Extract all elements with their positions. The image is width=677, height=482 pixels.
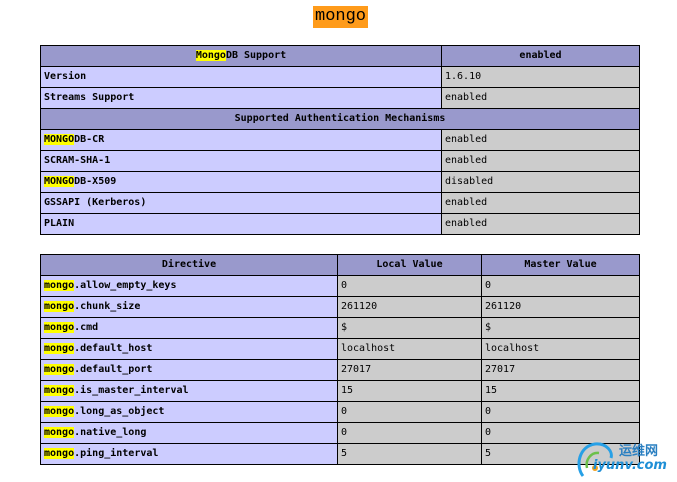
support-row-label: MONGODB-CR: [40, 129, 442, 151]
page-title: mongo: [313, 6, 369, 28]
support-row-label: SCRAM-SHA-1: [40, 150, 442, 172]
directive-name-text: .is_master_interval: [74, 385, 189, 396]
directive-row: mongo.long_as_object 0 0: [40, 401, 640, 423]
label-text: SCRAM-SHA-1: [44, 155, 111, 166]
column-header-directive: Directive: [40, 254, 338, 276]
directive-master-value: localhost: [481, 338, 640, 360]
support-row-label: GSSAPI (Kerberos): [40, 192, 442, 214]
support-header-value: enabled: [441, 45, 640, 67]
directive-name: mongo.default_host: [40, 338, 338, 360]
directive-row: mongo.default_host localhost localhost: [40, 338, 640, 360]
directive-name-text: .cmd: [74, 322, 99, 333]
directive-name-text: .default_host: [74, 343, 153, 354]
directive-row: mongo.allow_empty_keys 0 0: [40, 275, 640, 297]
label-text: GSSAPI (Kerberos): [44, 197, 147, 208]
support-header-row: MongoDB Support enabled: [40, 45, 640, 67]
directive-prefix-highlight: mongo: [44, 322, 75, 333]
label-text: PLAIN: [44, 218, 75, 229]
directive-row: mongo.default_port 27017 27017: [40, 359, 640, 381]
directive-prefix-highlight: mongo: [44, 364, 75, 375]
watermark-text-cn: 运维网: [619, 444, 659, 459]
column-header-local-value: Local Value: [337, 254, 482, 276]
support-row-label: Streams Support: [40, 87, 442, 109]
directive-master-value: 0: [481, 275, 640, 297]
directive-local-value: 0: [337, 401, 482, 423]
support-row: SCRAM-SHA-1 enabled: [40, 150, 640, 172]
label-text: DB-X509: [74, 176, 117, 187]
directive-local-value: 0: [337, 422, 482, 444]
directive-name: mongo.long_as_object: [40, 401, 338, 423]
directive-local-value: 27017: [337, 359, 482, 381]
directive-name-text: .native_long: [74, 427, 147, 438]
directive-name: mongo.allow_empty_keys: [40, 275, 338, 297]
label-highlight: MONGO: [44, 134, 75, 145]
support-row-value: enabled: [441, 150, 640, 172]
directive-local-value: 0: [337, 275, 482, 297]
directive-name-text: .allow_empty_keys: [74, 280, 177, 291]
support-row: Streams Support enabled: [40, 87, 640, 109]
directive-name-text: .ping_interval: [74, 448, 159, 459]
support-row: MONGODB-X509 disabled: [40, 171, 640, 193]
directive-row: mongo.ping_interval 5 5: [40, 443, 640, 465]
label-highlight: MONGO: [44, 176, 75, 187]
label-text: Streams Support: [44, 92, 135, 103]
column-header-master-value: Master Value: [481, 254, 640, 276]
directive-name: mongo.is_master_interval: [40, 380, 338, 402]
directive-name: mongo.native_long: [40, 422, 338, 444]
directive-row: mongo.cmd $ $: [40, 317, 640, 339]
watermark-text-url: iyunv.com: [593, 458, 667, 473]
directive-master-value: $: [481, 317, 640, 339]
support-row: GSSAPI (Kerberos) enabled: [40, 192, 640, 214]
directive-prefix-highlight: mongo: [44, 448, 75, 459]
support-header-text: DB Support: [225, 50, 287, 61]
support-row: PLAIN enabled: [40, 213, 640, 235]
directive-row: mongo.chunk_size 261120 261120: [40, 296, 640, 318]
directive-name: mongo.chunk_size: [40, 296, 338, 318]
section-header-auth-mechanisms: Supported Authentication Mechanisms: [40, 108, 640, 130]
directive-master-value: 0: [481, 401, 640, 423]
directive-prefix-highlight: mongo: [44, 280, 75, 291]
directive-name-text: .chunk_size: [74, 301, 141, 312]
directive-master-value: 27017: [481, 359, 640, 381]
directive-name-text: .long_as_object: [74, 406, 165, 417]
directive-name: mongo.ping_interval: [40, 443, 338, 465]
section-header-row: Supported Authentication Mechanisms: [40, 108, 640, 130]
support-row-value: enabled: [441, 213, 640, 235]
support-row-label: PLAIN: [40, 213, 442, 235]
directive-prefix-highlight: mongo: [44, 301, 75, 312]
directive-prefix-highlight: mongo: [44, 406, 75, 417]
mongo-support-table: MongoDB Support enabled Version 1.6.10 Str…: [40, 45, 640, 235]
support-row-value: enabled: [441, 192, 640, 214]
support-row-value: enabled: [441, 129, 640, 151]
support-header-label: MongoDB Support: [40, 45, 442, 67]
directive-master-value: 15: [481, 380, 640, 402]
directive-prefix-highlight: mongo: [44, 343, 75, 354]
directive-local-value: 5: [337, 443, 482, 465]
directive-prefix-highlight: mongo: [44, 427, 75, 438]
support-row-value: enabled: [441, 87, 640, 109]
directive-local-value: 261120: [337, 296, 482, 318]
support-row: MONGODB-CR enabled: [40, 129, 640, 151]
label-text: Version: [44, 71, 87, 82]
directives-table: Directive Local Value Master Value mongo…: [40, 254, 640, 465]
directive-name: mongo.default_port: [40, 359, 338, 381]
support-row-value: 1.6.10: [441, 66, 640, 88]
directive-local-value: 15: [337, 380, 482, 402]
support-row-label: Version: [40, 66, 442, 88]
support-row-label: MONGODB-X509: [40, 171, 442, 193]
support-row: Version 1.6.10: [40, 66, 640, 88]
directive-local-value: $: [337, 317, 482, 339]
directive-name-text: .default_port: [74, 364, 153, 375]
directive-name: mongo.cmd: [40, 317, 338, 339]
directive-row: mongo.is_master_interval 15 15: [40, 380, 640, 402]
label-text: DB-CR: [74, 134, 105, 145]
support-row-value: disabled: [441, 171, 640, 193]
directive-row: mongo.native_long 0 0: [40, 422, 640, 444]
directive-prefix-highlight: mongo: [44, 385, 75, 396]
support-header-highlight: Mongo: [195, 50, 226, 61]
directive-local-value: localhost: [337, 338, 482, 360]
watermark-logo: 运维网 iyunv.com: [573, 438, 671, 480]
directives-header-row: Directive Local Value Master Value: [40, 254, 640, 276]
directive-master-value: 261120: [481, 296, 640, 318]
